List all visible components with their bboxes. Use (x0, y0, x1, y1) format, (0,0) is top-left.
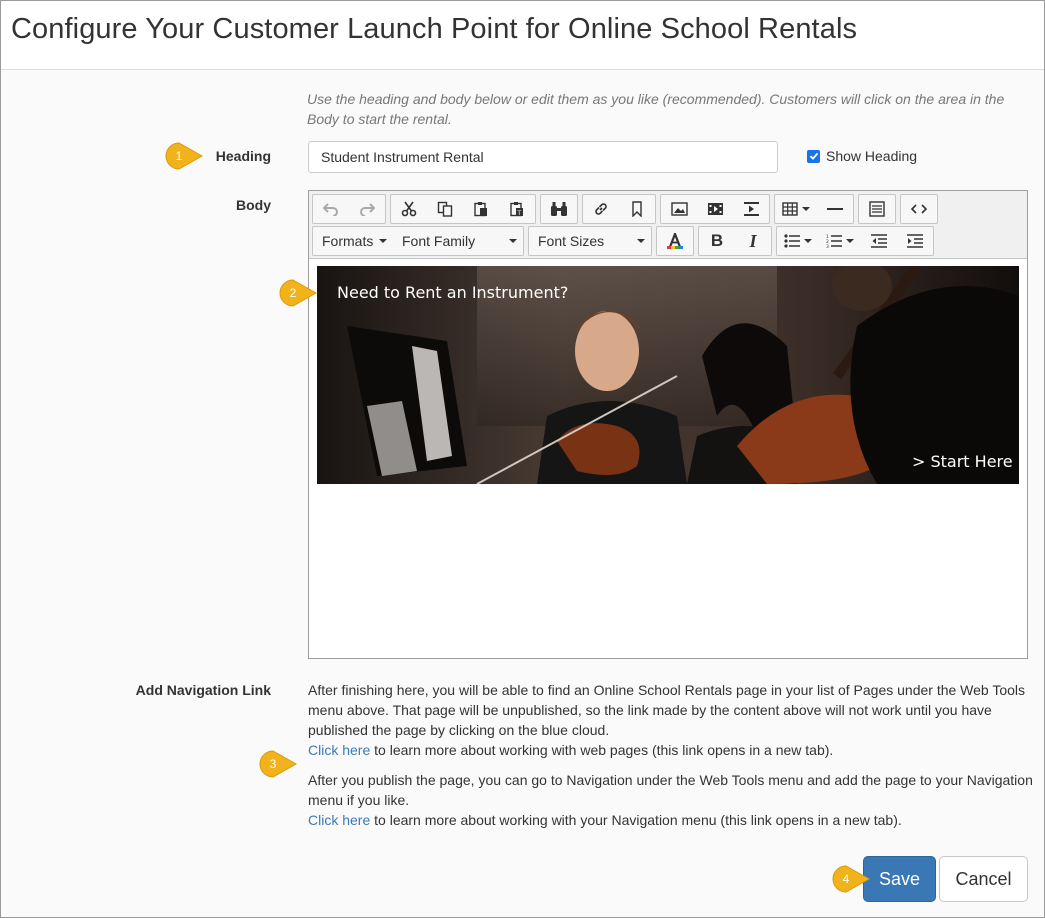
nav-paragraph-1: After finishing here, you will be able t… (308, 682, 1026, 738)
bookmark-icon[interactable] (619, 195, 655, 223)
horizontal-rule-icon[interactable] (817, 195, 853, 223)
page-break-icon[interactable] (859, 195, 895, 223)
body-label: Body (236, 197, 271, 213)
show-heading-checkbox[interactable]: Show Heading (807, 148, 917, 164)
numbered-list-icon[interactable]: 123 (819, 227, 861, 255)
banner-headline: Need to Rent an Instrument? (337, 283, 569, 302)
callout-marker-2: 2 (279, 279, 318, 307)
font-sizes-dropdown[interactable]: Font Sizes (529, 227, 651, 255)
chevron-down-icon (509, 239, 517, 243)
formats-dropdown[interactable]: Formats (313, 227, 393, 255)
media-icon[interactable] (697, 195, 733, 223)
cancel-button[interactable]: Cancel (939, 856, 1028, 902)
rich-text-editor[interactable]: T Formats Font Family Font Sizes B I 1 2… (308, 190, 1028, 659)
navigation-help-text: to learn more about working with your Na… (370, 812, 902, 828)
indent-icon[interactable] (897, 227, 933, 255)
font-sizes-dropdown-label: Font Sizes (538, 233, 605, 249)
web-pages-help-text: to learn more about working with web pag… (370, 742, 834, 758)
paste-text-icon[interactable]: T (499, 195, 535, 223)
source-code-icon[interactable] (901, 195, 937, 223)
chevron-down-icon (637, 239, 645, 243)
undo-icon[interactable] (313, 195, 349, 223)
svg-text:3: 3 (826, 244, 829, 248)
save-button[interactable]: Save (863, 856, 936, 902)
callout-number: 1 (175, 149, 183, 163)
page-title: Configure Your Customer Launch Point for… (11, 13, 858, 45)
navigation-help-text: After finishing here, you will be able t… (308, 680, 1033, 840)
banner-start-here[interactable]: > Start Here (912, 452, 1013, 471)
bold-icon[interactable]: B (699, 227, 735, 255)
font-family-dropdown-label: Font Family (402, 233, 476, 249)
banner-image-link[interactable]: Need to Rent an Instrument? > Start Here (317, 266, 1019, 484)
copy-icon[interactable] (427, 195, 463, 223)
checkbox-checked-icon[interactable] (807, 149, 820, 163)
callout-number: 4 (842, 872, 850, 886)
navigation-help-link[interactable]: Click here (308, 812, 370, 828)
redo-icon[interactable] (349, 195, 385, 223)
outdent-icon[interactable] (861, 227, 897, 255)
title-bar: Configure Your Customer Launch Point for… (1, 1, 1044, 70)
chevron-down-icon (379, 239, 388, 243)
image-icon[interactable] (661, 195, 697, 223)
table-icon[interactable] (775, 195, 817, 223)
callout-marker-3: 3 (259, 750, 298, 778)
link-icon[interactable] (583, 195, 619, 223)
callout-marker-1: 1 (165, 142, 204, 170)
callout-number: 2 (289, 286, 297, 300)
callout-marker-4: 4 (832, 865, 871, 893)
callout-number: 3 (269, 757, 277, 771)
add-navigation-link-label: Add Navigation Link (135, 682, 271, 698)
svg-text:T: T (516, 210, 521, 217)
paste-icon[interactable] (463, 195, 499, 223)
formats-dropdown-label: Formats (322, 233, 374, 249)
show-heading-label: Show Heading (826, 148, 918, 164)
italic-icon[interactable]: I (735, 227, 771, 255)
template-icon[interactable] (733, 195, 769, 223)
heading-label: Heading (215, 148, 271, 164)
page-frame: Configure Your Customer Launch Point for… (0, 0, 1045, 918)
cut-icon[interactable] (391, 195, 427, 223)
intro-instructions: Use the heading and body below or edit t… (307, 91, 1005, 127)
bullet-list-icon[interactable] (777, 227, 819, 255)
nav-paragraph-2: After you publish the page, you can go t… (308, 772, 1033, 808)
text-color-icon[interactable] (657, 227, 693, 255)
editor-toolbar: T Formats Font Family Font Sizes B I 1 2… (309, 191, 1027, 259)
find-replace-icon[interactable] (541, 195, 577, 223)
heading-input[interactable] (308, 141, 778, 173)
web-pages-help-link[interactable]: Click here (308, 742, 370, 758)
font-family-dropdown[interactable]: Font Family (393, 227, 523, 255)
